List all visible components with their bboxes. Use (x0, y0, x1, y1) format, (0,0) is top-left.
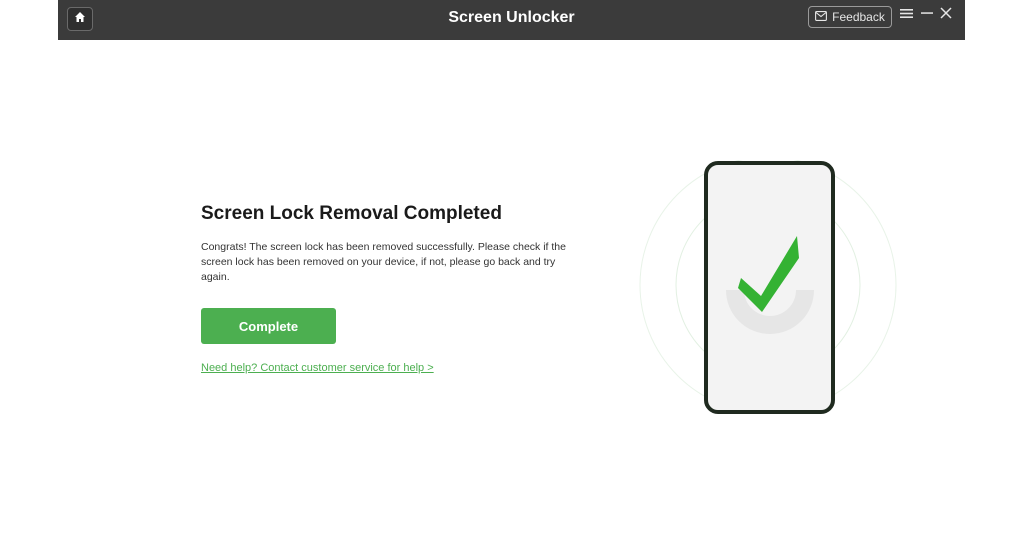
menu-icon (899, 6, 913, 24)
help-link[interactable]: Need help? Contact customer service for … (201, 362, 434, 374)
phone-check-icon (638, 156, 898, 420)
title-bar: Screen Unlocker Feedback (58, 0, 965, 40)
result-heading: Screen Lock Removal Completed (201, 203, 502, 224)
menu-button[interactable] (898, 6, 914, 24)
minimize-button[interactable] (919, 6, 935, 24)
mail-icon (815, 10, 828, 24)
app-window: Screen Unlocker Feedback Screen Lock Rem… (58, 0, 965, 536)
complete-button[interactable]: Complete (201, 308, 336, 344)
feedback-label: Feedback (832, 10, 885, 24)
close-icon (940, 6, 952, 24)
close-button[interactable] (938, 6, 954, 24)
result-description: Congrats! The screen lock has been remov… (201, 241, 566, 283)
feedback-button[interactable]: Feedback (808, 6, 892, 28)
minimize-icon (921, 6, 933, 24)
